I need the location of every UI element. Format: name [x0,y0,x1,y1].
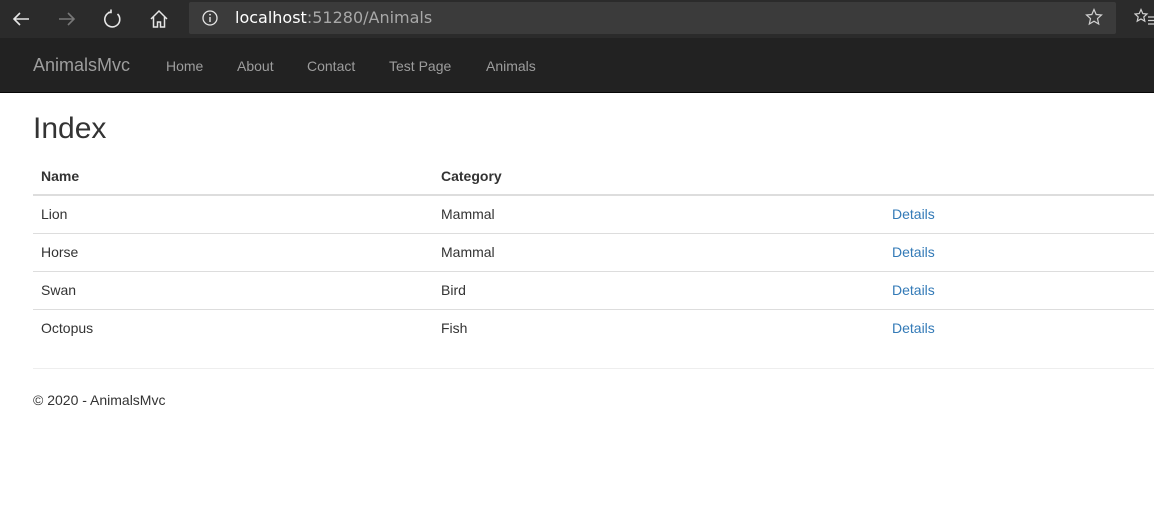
refresh-icon [104,9,121,28]
url-path: :51280/Animals [306,8,433,27]
footer-copyright: © 2020 - AnimalsMvc [33,392,166,408]
footer-divider [33,368,1154,369]
navbar-brand[interactable]: AnimalsMvc [33,55,130,75]
browser-toolbar: localhost:51280/Animals [0,0,1154,38]
url-text[interactable]: localhost:51280/Animals [235,9,432,27]
navbar: AnimalsMvc Home About Contact Test Page … [0,38,1154,93]
details-link[interactable]: Details [892,244,935,260]
home-icon [150,9,168,28]
forward-icon [59,12,76,26]
table-row: Octopus Fish Details [33,308,1154,347]
refresh-button[interactable] [97,3,129,35]
nav-link-contact[interactable]: Contact [307,56,355,76]
info-icon[interactable] [202,10,218,26]
cell-name: Swan [33,270,433,309]
cell-name: Horse [33,232,433,271]
address-bar[interactable]: localhost:51280/Animals [189,2,1116,34]
cell-category: Fish [433,308,884,347]
column-header-actions [884,157,1154,196]
cell-actions: Details [884,232,1154,271]
cell-actions: Details [884,270,1154,309]
cell-category: Mammal [441,206,495,223]
back-button[interactable] [5,3,37,35]
page-title: Index [33,112,107,145]
table-row: Swan Bird Details [33,270,1154,309]
animals-table: Name Category Lion Mammal Details Horse … [33,157,1154,347]
favorites-icon[interactable] [1134,8,1154,26]
cell-name: Lion [41,206,68,223]
star-icon[interactable] [1085,8,1103,26]
nav-link-about[interactable]: About [237,56,274,76]
forward-button[interactable] [51,3,83,35]
column-header-category: Category [433,157,884,196]
cell-actions: Details [884,195,1154,233]
cell-name: Octopus [33,308,433,347]
back-icon [12,12,29,26]
details-link[interactable]: Details [892,206,935,222]
cell-category: Mammal [433,232,884,271]
url-host: localhost [235,8,307,27]
table-row: Horse Mammal Details [33,232,1154,271]
cell-category: Bird [433,270,884,309]
nav-link-home[interactable]: Home [166,56,203,76]
nav-link-test-page[interactable]: Test Page [389,56,451,76]
details-link[interactable]: Details [892,320,935,336]
nav-link-animals[interactable]: Animals [486,56,536,76]
cell-actions: Details [884,308,1154,347]
column-header-name: Name [33,157,433,196]
details-link[interactable]: Details [892,282,935,298]
table-row: Lion Mammal Details [33,195,1154,233]
home-button[interactable] [143,3,175,35]
table-header-row: Name Category [33,157,1154,196]
